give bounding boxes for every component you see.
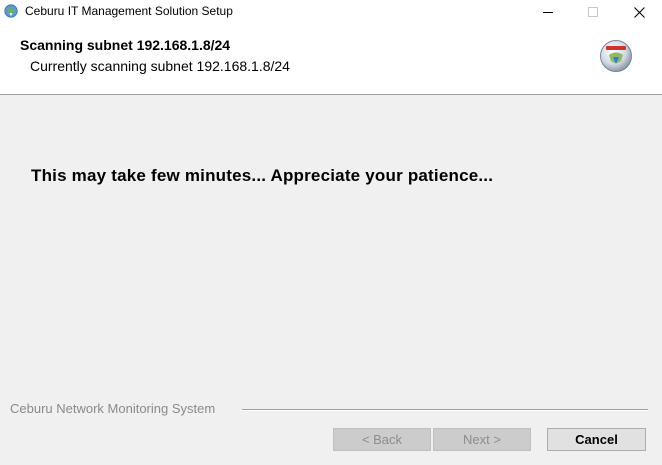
maximize-button[interactable]	[570, 0, 616, 24]
minimize-button[interactable]	[525, 0, 571, 24]
back-button[interactable]: < Back	[333, 428, 431, 451]
minimize-icon	[543, 12, 553, 13]
status-message: This may take few minutes... Appreciate …	[31, 166, 494, 185]
brand-label: Ceburu Network Monitoring System	[10, 401, 220, 416]
close-button[interactable]	[616, 0, 662, 24]
close-icon	[633, 6, 645, 18]
page-subtitle: Currently scanning subnet 192.168.1.8/24	[30, 58, 290, 74]
page-title: Scanning subnet 192.168.1.8/24	[20, 37, 231, 53]
wizard-header: Scanning subnet 192.168.1.8/24 Currently…	[0, 24, 662, 95]
title-bar: Ceburu IT Management Solution Setup	[0, 0, 662, 24]
cancel-button[interactable]: Cancel	[547, 428, 646, 451]
window-title: Ceburu IT Management Solution Setup	[25, 4, 233, 18]
installer-logo-icon	[600, 40, 632, 72]
maximize-icon	[588, 7, 598, 17]
footer-divider	[242, 409, 648, 411]
app-globe-icon	[4, 4, 18, 18]
next-button[interactable]: Next >	[433, 428, 531, 451]
